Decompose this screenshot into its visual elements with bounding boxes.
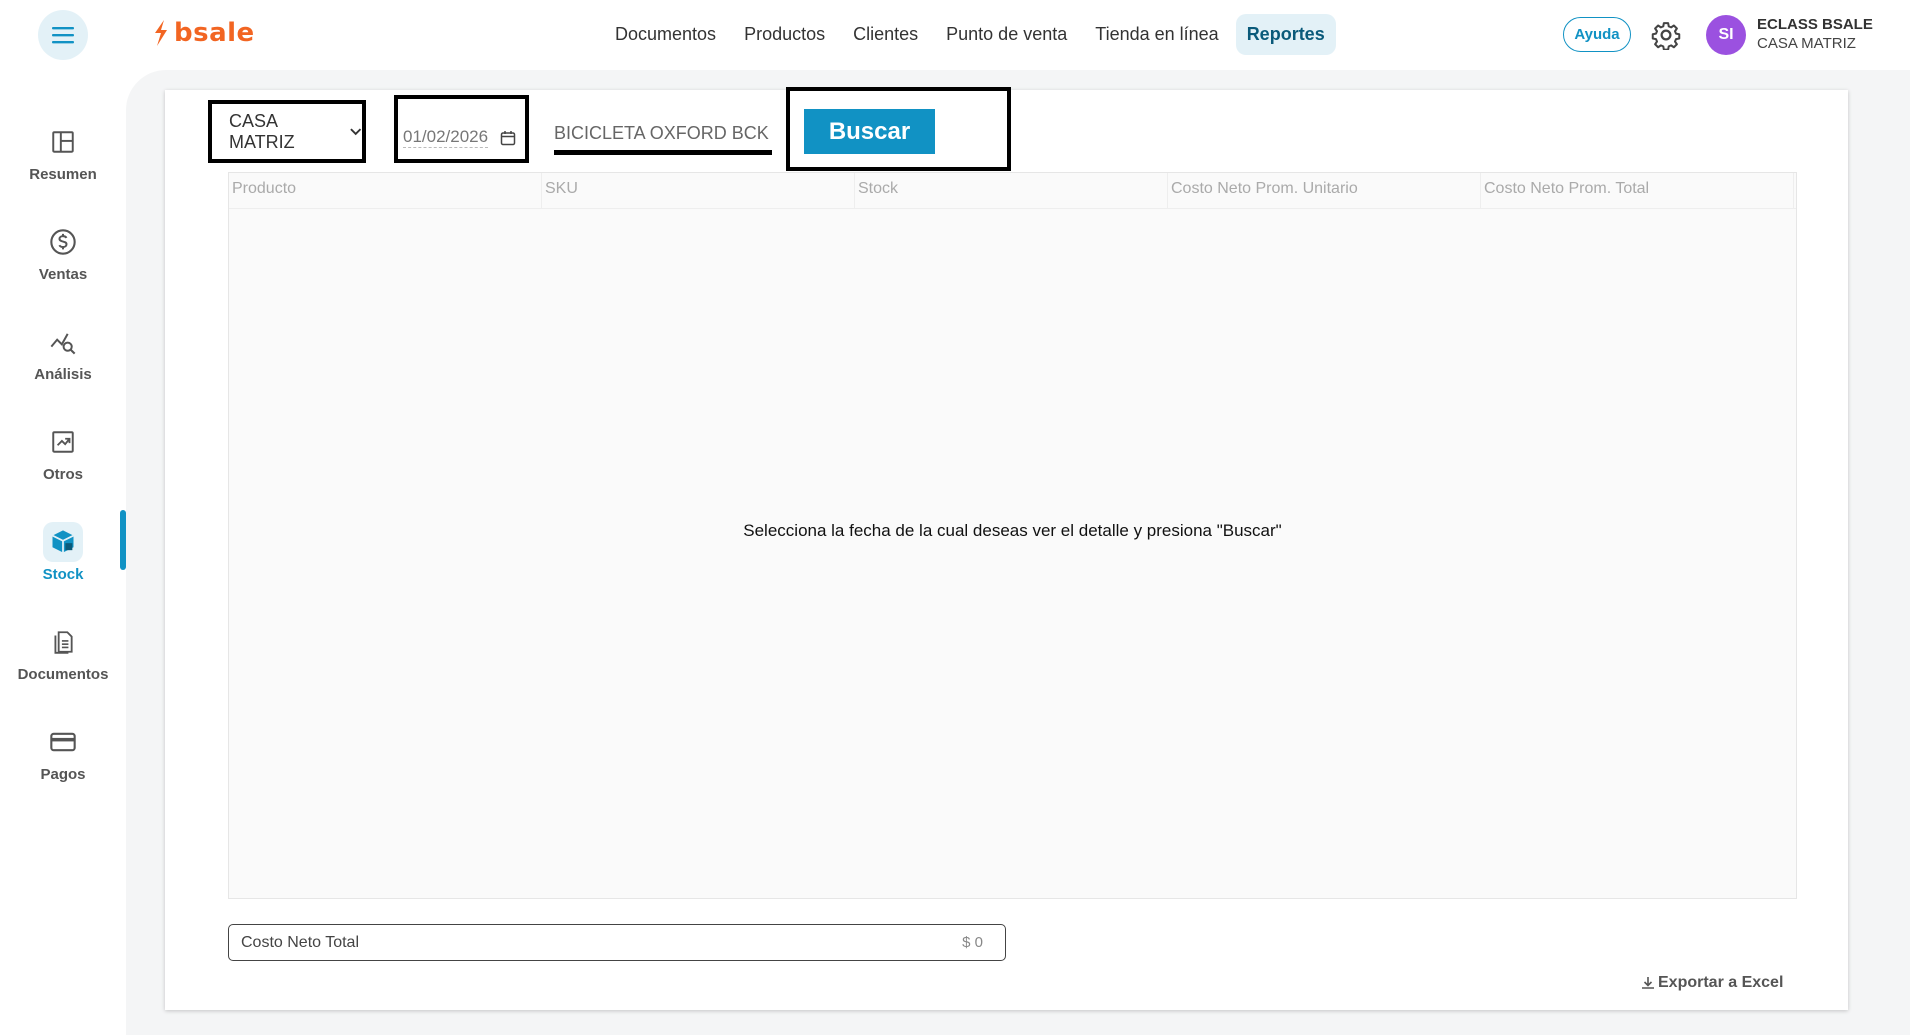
user-info[interactable]: ECLASS BSALE CASA MATRIZ xyxy=(1757,16,1873,53)
card-icon xyxy=(43,722,83,762)
search-button[interactable]: Buscar xyxy=(804,109,935,154)
help-button[interactable]: Ayuda xyxy=(1563,17,1631,52)
date-input[interactable]: 01/02/2026 xyxy=(394,95,529,163)
box-icon xyxy=(43,521,83,562)
table-header: Producto SKU Stock Costo Neto Prom. Unit… xyxy=(229,173,1796,209)
layout-icon xyxy=(43,122,83,162)
branch-select-value: CASA MATRIZ xyxy=(229,110,295,152)
sidebar-item-label: Ventas xyxy=(38,265,88,283)
sidebar-item-label: Análisis xyxy=(34,365,92,383)
bsale-logo[interactable]: bsale xyxy=(152,18,255,48)
gear-icon[interactable] xyxy=(1651,20,1681,50)
nav-clientes[interactable]: Clientes xyxy=(842,14,929,55)
export-excel-label: Exportar a Excel xyxy=(1658,974,1784,991)
sidebar-item-resumen[interactable]: Resumen xyxy=(0,107,126,197)
total-cost-summary: Costo Neto Total $ 0 xyxy=(228,924,1006,961)
sidebar-item-stock[interactable]: Stock xyxy=(0,507,126,597)
branch-select[interactable]: CASA MATRIZ xyxy=(208,100,366,163)
user-branch: CASA MATRIZ xyxy=(1757,35,1856,52)
bolt-logo-icon xyxy=(155,20,167,46)
sidebar-item-label: Pagos xyxy=(40,765,86,783)
top-nav: Documentos Productos Clientes Punto de v… xyxy=(604,14,1336,55)
chart-trend-icon xyxy=(43,422,83,462)
stock-table: Producto SKU Stock Costo Neto Prom. Unit… xyxy=(228,172,1797,899)
column-header-stock[interactable]: Stock xyxy=(855,173,1168,208)
sidebar-item-label: Resumen xyxy=(29,165,97,183)
avatar[interactable]: SI xyxy=(1706,15,1746,55)
sidebar-item-label: Otros xyxy=(42,465,83,483)
nav-punto-de-venta[interactable]: Punto de venta xyxy=(935,14,1078,55)
column-header-producto[interactable]: Producto xyxy=(229,173,542,208)
empty-state-message: Selecciona la fecha de la cual deseas ve… xyxy=(743,521,1282,540)
logo-text: bsale xyxy=(174,18,255,48)
nav-tienda-en-linea[interactable]: Tienda en línea xyxy=(1084,14,1229,55)
sidebar-item-ventas[interactable]: Ventas xyxy=(0,207,126,297)
dollar-icon xyxy=(43,222,83,262)
calendar-icon[interactable] xyxy=(500,130,516,146)
sidebar-item-otros[interactable]: Otros xyxy=(0,407,126,497)
date-input-value: 01/02/2026 xyxy=(403,127,489,148)
sidebar-item-documentos[interactable]: Documentos xyxy=(0,607,126,697)
export-excel-link[interactable]: Exportar a Excel xyxy=(1640,974,1783,992)
total-cost-label: Costo Neto Total xyxy=(241,933,359,951)
column-header-costo-total[interactable]: Costo Neto Prom. Total xyxy=(1481,173,1794,208)
hamburger-icon xyxy=(52,27,74,44)
user-name: ECLASS BSALE xyxy=(1757,16,1873,33)
chevron-down-icon xyxy=(349,127,361,135)
total-cost-value: $ 0 xyxy=(962,934,983,951)
sidebar-item-analisis[interactable]: Análisis xyxy=(0,307,126,397)
column-header-sku[interactable]: SKU xyxy=(542,173,855,208)
top-bar: bsale Documentos Productos Clientes Punt… xyxy=(0,0,1910,70)
nav-productos[interactable]: Productos xyxy=(733,14,836,55)
sidebar-item-label: Stock xyxy=(42,565,84,583)
sidebar-item-pagos[interactable]: Pagos xyxy=(0,707,126,797)
documents-icon xyxy=(43,622,83,662)
product-search-input[interactable]: BICICLETA OXFORD BCK xyxy=(554,119,772,155)
nav-reportes[interactable]: Reportes xyxy=(1235,14,1336,55)
column-header-costo-unitario[interactable]: Costo Neto Prom. Unitario xyxy=(1168,173,1481,208)
analysis-icon xyxy=(43,322,83,362)
sidebar: Resumen Ventas Análisis Otros Stock Docu… xyxy=(0,70,126,1035)
download-icon xyxy=(1642,977,1654,989)
nav-documentos[interactable]: Documentos xyxy=(604,14,727,55)
sidebar-item-label: Documentos xyxy=(17,665,109,683)
hamburger-menu-button[interactable] xyxy=(38,10,88,60)
